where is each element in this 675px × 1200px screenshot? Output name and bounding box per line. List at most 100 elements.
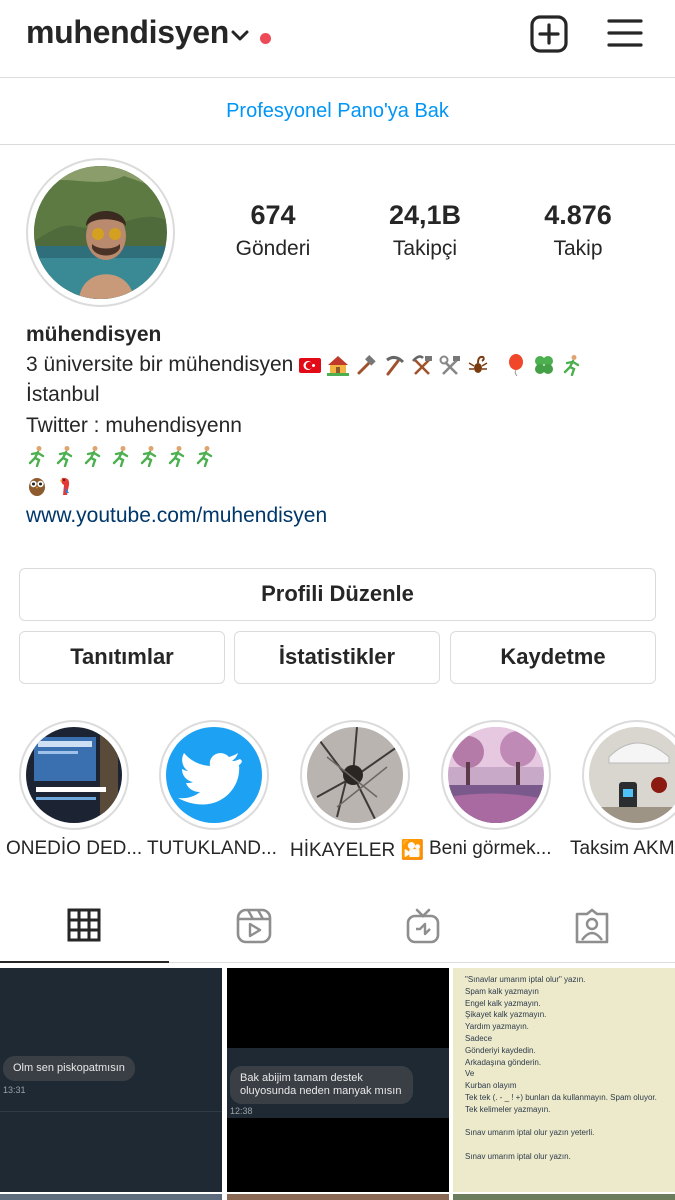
top-bar: muhendisyen [0,0,675,78]
following-count[interactable]: 4.876 Takip [508,200,648,261]
balloon-icon [509,354,524,377]
parrot-icon [60,478,70,496]
note-text: "Sınavlar umarım iptal olur" yazın. Spam… [465,974,657,1163]
scorpion-icon [468,356,488,374]
story-highlight-taksim-akm[interactable] [582,720,675,830]
saved-button[interactable]: Kaydetme [450,631,656,684]
runner-icon [56,446,73,468]
promotions-button[interactable]: Tanıtımlar [19,631,225,684]
runner-icon [196,446,213,468]
pick-icon [386,356,405,376]
post-thumbnail[interactable]: Bak abijim tamam destek oluyosunda neden… [227,968,449,1192]
profile-bio: mühendisyen 3 üniversite bir mühendisyen… [26,320,656,532]
notification-dot [260,33,271,44]
post-thumbnail[interactable]: "Sınavlar umarım iptal olur" yazın. Spam… [453,968,675,1192]
highlight-label: ONEDİO DED... [6,838,143,859]
chevron-down-icon[interactable] [230,28,250,44]
runner-icon [28,446,45,468]
tab-reels[interactable] [169,890,338,963]
runner-icon [564,355,580,377]
profile-tabs [0,890,675,963]
note-line: Sınav umarım iptal olur yazın. [465,1151,571,1161]
chat-bubble: Olm sen piskopatmısın [3,1056,135,1081]
runner-icon [112,446,129,468]
story-highlight-onedio[interactable] [19,720,129,830]
chat-bubble: Bak abijim tamam destek oluyosunda neden… [230,1066,413,1104]
note-line: Ve [465,1069,475,1079]
professional-dashboard-link[interactable]: Profesyonel Pano'ya Bak [0,78,675,145]
profile-avatar[interactable] [26,158,175,307]
insights-button[interactable]: İstatistikler [234,631,440,684]
bio-location: İstanbul [26,383,100,407]
posts-count-value: 674 [250,200,296,230]
grid-icon [67,908,101,942]
profile-display-name: mühendisyen [26,323,162,346]
tagged-icon [575,908,609,944]
avatar [34,166,167,299]
post-thumbnail-partial[interactable] [453,1194,675,1200]
new-post-icon[interactable] [529,14,569,54]
bio-text-1: 3 üniversite bir mühendisyen [26,353,294,377]
story-highlight-hikayeler[interactable] [300,720,410,830]
note-line: Tek kelimeler yazmayın. [465,1104,551,1114]
post-thumbnail[interactable]: Olm sen piskopatmısın 13:31 [0,968,222,1192]
chat-timestamp: 12:38 [230,1106,253,1116]
note-line: Kurban olayım [465,1081,517,1091]
tab-grid[interactable] [0,890,169,963]
bio-animals-row [26,471,656,501]
highlight-cover [166,727,262,823]
note-line: Yardım yazmayın. [465,1022,529,1032]
posts-count-label: Gönderi [235,237,311,260]
highlight-cover [448,727,544,823]
bio-line-1: 3 üniversite bir mühendisyen [26,350,656,380]
post-thumbnail-partial[interactable] [0,1194,222,1200]
tab-igtv[interactable] [338,890,507,963]
highlight-label: HİKAYELER 🎦 [290,840,425,861]
note-line: "Sınavlar umarım iptal olur" yazın. [465,975,586,984]
bio-twitter: Twitter : muhendisyenn [26,413,242,437]
highlight-cover [307,727,403,823]
four-leaf-clover-icon [535,356,554,375]
highlight-label: Taksim AKM [570,838,675,859]
note-line: Sadece [465,1033,493,1043]
followers-count[interactable]: 24,1B Takipçi [355,200,495,261]
highlight-label: Beni görmek... [429,838,552,859]
house-icon [327,356,350,377]
runner-icon [168,446,185,468]
hammer-and-pick-icon [412,355,433,376]
turkey-flag-icon [299,358,322,374]
edit-profile-button[interactable]: Profili Düzenle [19,568,656,621]
note-line: Engel kalk yazmayın. [465,998,541,1008]
hammer-icon [357,355,376,375]
twitter-bird-icon [166,727,262,823]
highlight-cover [589,727,675,823]
note-line: Arkadaşına gönderin. [465,1057,542,1067]
story-highlight-beni-gormek[interactable] [441,720,551,830]
bio-website-link[interactable]: www.youtube.com/muhendisyen [26,501,656,531]
owl-icon [29,478,45,497]
following-count-value: 4.876 [544,200,612,230]
note-line: Sınav umarım iptal olur yazın yeterli. [465,1128,595,1138]
following-count-label: Takip [553,237,603,260]
chat-timestamp: 13:31 [3,1085,26,1095]
highlight-label: TUTUKLAND... [147,838,277,859]
runner-icon [84,446,101,468]
followers-count-value: 24,1B [388,200,462,230]
runner-icon [140,446,157,468]
highlight-cover [26,727,122,823]
posts-count[interactable]: 674 Gönderi [203,200,343,261]
story-highlight-tutukland[interactable] [159,720,269,830]
bio-runners-row [26,441,656,471]
igtv-icon [406,908,440,944]
menu-icon[interactable] [606,17,644,49]
note-line: Gönderiyi kaydedin. [465,1045,536,1055]
reels-icon [236,908,272,944]
note-line: Tek tek (. - _ ! +) bunları da kullanmay… [465,1092,657,1102]
post-thumbnail-partial[interactable] [227,1194,449,1200]
note-line: Şikayet kalk yazmayın. [465,1010,547,1020]
hammer-and-wrench-icon [439,355,461,376]
note-line: Spam kalk yazmayın [465,986,539,996]
account-username[interactable]: muhendisyen [26,14,229,51]
tab-tagged[interactable] [507,890,675,963]
followers-count-label: Takipçi [392,237,458,260]
